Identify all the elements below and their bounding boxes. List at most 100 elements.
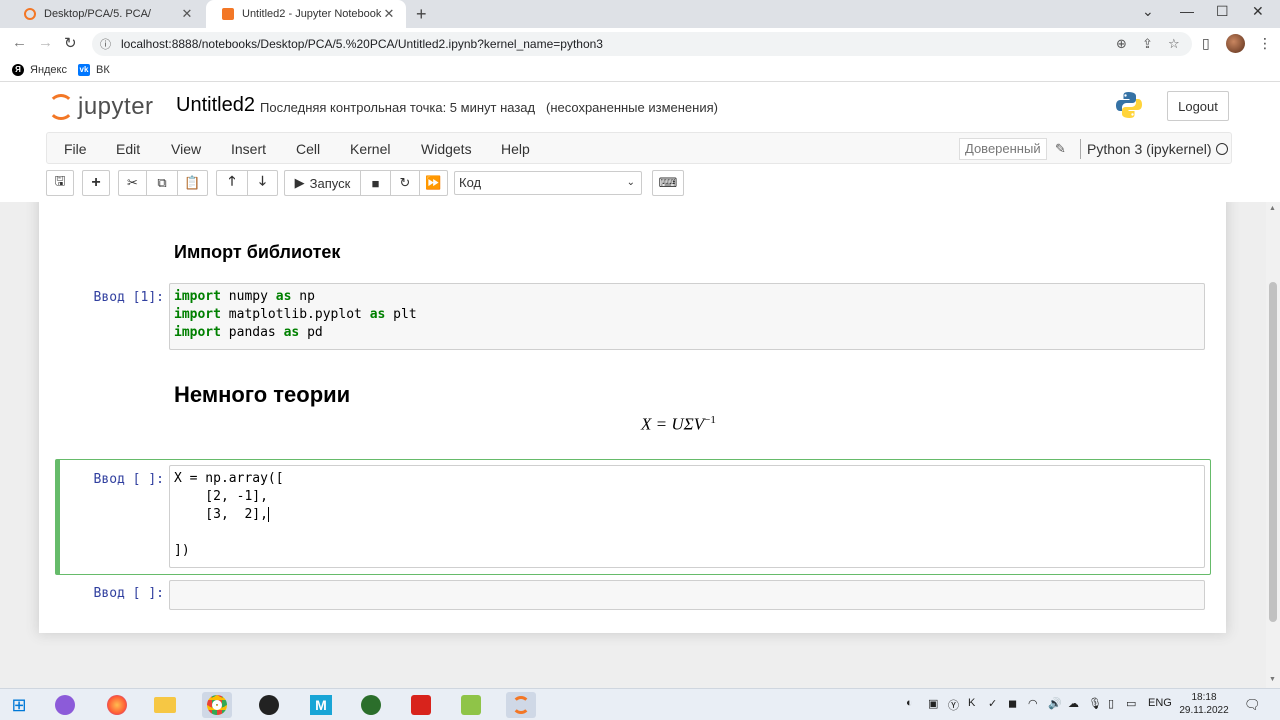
system-clock[interactable]: 18:18 29.11.2022 — [1176, 691, 1232, 717]
menu-help[interactable]: Help — [501, 141, 530, 157]
clock-time: 18:18 — [1191, 692, 1217, 703]
bookmark-vk[interactable]: vk ВК — [78, 64, 110, 76]
minimize-icon[interactable]: — — [1180, 3, 1194, 19]
notepad-plus-icon[interactable] — [456, 692, 486, 718]
menu-cell[interactable]: Cell — [296, 141, 320, 157]
scroll-down-arrow-icon[interactable]: ▼ — [1269, 676, 1276, 683]
insert-cell-button[interactable]: + — [82, 170, 110, 196]
code-line: ]) — [174, 543, 190, 558]
close-window-icon[interactable]: ✕ — [1252, 3, 1264, 20]
tab-desktop-pca[interactable]: Desktop/PCA/5. PCA/ ✕ — [8, 0, 204, 28]
yandex-icon: Я — [12, 64, 24, 76]
cell-type-select[interactable]: Код ⌄ — [454, 171, 642, 195]
tab-untitled2[interactable]: Untitled2 - Jupyter Notebook ✕ — [206, 0, 406, 28]
command-palette-button[interactable]: ⌨ — [652, 170, 684, 196]
onedrive-icon[interactable]: ☁ — [1068, 697, 1079, 710]
menu-file[interactable]: File — [64, 141, 87, 157]
app-purple-icon[interactable] — [50, 692, 80, 718]
cell-type-value: Код — [459, 175, 482, 190]
scissors-icon: ✂ — [127, 175, 138, 190]
close-tab-icon[interactable]: ✕ — [382, 6, 396, 22]
scrollbar-thumb[interactable] — [1269, 282, 1277, 622]
tray-k-icon[interactable]: K — [968, 697, 975, 709]
maximize-icon[interactable]: ☐ — [1216, 3, 1229, 20]
kernel-name[interactable]: Python 3 (ipykernel) — [1087, 141, 1212, 157]
app-m-icon[interactable]: M — [306, 692, 336, 718]
paste-button[interactable]: 📋 — [177, 170, 208, 196]
windows-start-icon[interactable]: ⊞ — [4, 692, 34, 718]
code-cell-3[interactable] — [169, 580, 1205, 610]
volume-icon[interactable]: 🔊 — [1048, 697, 1062, 710]
site-info-icon[interactable]: ⓘ — [100, 36, 111, 52]
bookmark-star-icon[interactable]: ☆ — [1168, 32, 1180, 56]
new-tab-plus-icon[interactable]: + — [416, 4, 427, 25]
code-cell-2[interactable]: X = np.array([ [2, -1], [3, 2], ]) — [169, 465, 1205, 568]
copy-button[interactable]: ⧉ — [146, 170, 177, 196]
app-green-icon[interactable] — [356, 692, 386, 718]
run-button[interactable]: ▶ Запуск — [284, 170, 360, 196]
microphone-icon[interactable]: 🎙 — [1088, 697, 1102, 710]
menu-edit[interactable]: Edit — [116, 141, 140, 157]
url-field[interactable]: ⓘ localhost:8888/notebooks/Desktop/PCA/5… — [92, 32, 1192, 56]
trusted-badge[interactable]: Доверенный — [959, 138, 1047, 160]
tray-nvidia-icon[interactable]: ▣ — [928, 697, 938, 710]
file-explorer-icon[interactable] — [150, 692, 180, 718]
page-scrollbar[interactable]: ▲ ▼ — [1266, 202, 1280, 688]
menu-bar: File Edit View Insert Cell Kernel Widget… — [46, 132, 1232, 164]
restart-run-all-button[interactable]: ⏩ — [419, 170, 448, 196]
tray-red-icon[interactable]: ◼ — [1008, 697, 1017, 710]
edit-pencil-icon[interactable]: ✎ — [1055, 141, 1066, 157]
jupyter-header: jupyter Untitled2 Последняя контрольная … — [0, 82, 1280, 202]
bookmark-label: ВК — [96, 64, 110, 76]
close-tab-icon[interactable]: ✕ — [180, 6, 194, 22]
tray-check-icon[interactable]: ✓ — [988, 697, 997, 710]
scroll-up-arrow-icon[interactable]: ▲ — [1269, 205, 1276, 212]
restart-button[interactable]: ↻ — [390, 170, 419, 196]
cut-button[interactable]: ✂ — [118, 170, 146, 196]
bookmark-yandex[interactable]: Я Яндекс — [12, 64, 67, 76]
menu-widgets[interactable]: Widgets — [421, 141, 472, 157]
logout-button[interactable]: Logout — [1167, 91, 1229, 121]
copy-icon: ⧉ — [157, 175, 167, 190]
plus-icon: + — [91, 174, 101, 191]
tray-yandex-icon[interactable]: Ⓨ — [948, 697, 959, 713]
firefox-icon[interactable] — [102, 692, 132, 718]
jupyter-taskbar-icon[interactable] — [506, 692, 536, 718]
zoom-icon[interactable]: ⊕ — [1116, 32, 1127, 56]
back-arrow-icon[interactable]: ← — [12, 34, 27, 51]
paste-icon: 📋 — [184, 175, 201, 190]
text-cursor — [267, 507, 269, 522]
share-icon[interactable]: ⇪ — [1142, 32, 1153, 56]
language-indicator[interactable]: ENG — [1148, 697, 1172, 709]
notifications-icon[interactable]: 🗨 — [1244, 697, 1261, 713]
usb-icon[interactable]: ▯ — [1108, 697, 1114, 710]
move-up-button[interactable]: 🡑 — [216, 170, 247, 196]
menu-insert[interactable]: Insert — [231, 141, 266, 157]
stop-icon: ■ — [371, 175, 380, 191]
tray-app-icon[interactable]: ◐ — [906, 697, 913, 709]
acrobat-icon[interactable] — [406, 692, 436, 718]
wifi-icon[interactable]: ◠ — [1028, 697, 1038, 710]
tab-search-chevron-icon[interactable]: ⌄ — [1142, 3, 1154, 20]
browser-menu-icon[interactable]: ⋮ — [1258, 35, 1272, 52]
reload-icon[interactable]: ↻ — [64, 34, 77, 52]
code-cell-1[interactable]: import numpy as np import matplotlib.pyp… — [169, 283, 1205, 350]
forward-arrow-icon[interactable]: → — [38, 34, 53, 51]
chrome-icon[interactable] — [202, 692, 232, 718]
save-button[interactable]: 🖫 — [46, 170, 74, 196]
obs-icon[interactable] — [254, 692, 284, 718]
notebook-name[interactable]: Untitled2 — [176, 94, 255, 117]
sidebar-icon[interactable]: ▯ — [1202, 35, 1210, 52]
code-line: import numpy as np — [174, 289, 315, 304]
windows-taskbar: ⊞ M ◐ ▣ Ⓨ K ✓ ◼ ◠ 🔊 ☁ 🎙 ▯ ▭ ENG 18:18 29… — [0, 688, 1280, 720]
menu-kernel[interactable]: Kernel — [350, 141, 390, 157]
move-down-button[interactable]: 🡓 — [247, 170, 278, 196]
interrupt-button[interactable]: ■ — [360, 170, 390, 196]
profile-avatar[interactable] — [1226, 34, 1245, 53]
menu-view[interactable]: View — [171, 141, 201, 157]
run-label: Запуск — [309, 175, 351, 191]
checkpoint-text: Последняя контрольная точка: 5 минут наз… — [260, 100, 536, 115]
battery-icon[interactable]: ▭ — [1126, 697, 1136, 710]
jupyter-logo[interactable]: jupyter — [48, 92, 154, 122]
bookmarks-bar: Я Яндекс vk ВК — [0, 60, 1280, 82]
